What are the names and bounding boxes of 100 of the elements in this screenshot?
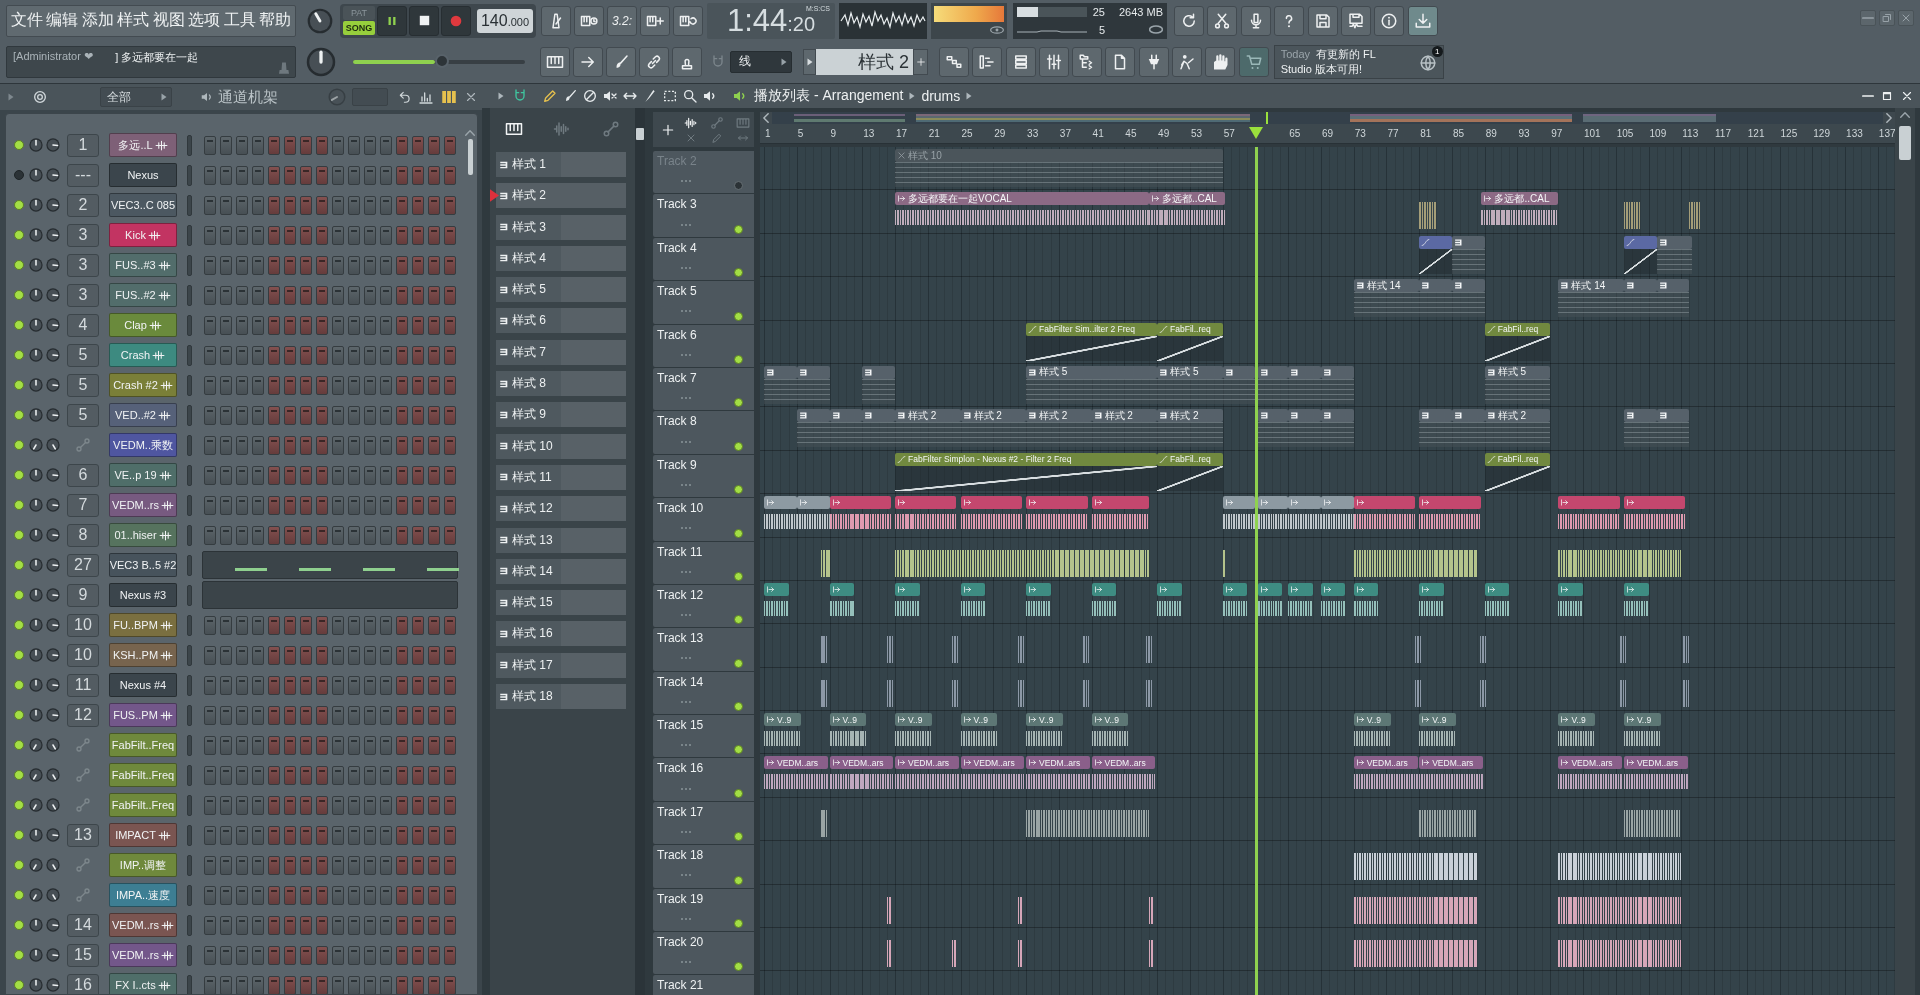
channel-led[interactable] <box>14 680 24 690</box>
channel-select-bar[interactable] <box>187 404 192 426</box>
pattern-item[interactable]: 样式 12 <box>496 496 626 522</box>
pattern-clip[interactable] <box>1288 365 1321 404</box>
channel-led[interactable] <box>14 590 24 600</box>
pan-knob[interactable] <box>29 378 43 392</box>
countdown-button[interactable]: 3.2: <box>607 5 637 36</box>
pattern-clip[interactable] <box>1656 279 1690 318</box>
channel-led[interactable] <box>14 710 24 720</box>
volume-knob[interactable] <box>46 978 60 992</box>
audio-slice[interactable] <box>886 679 893 707</box>
pan-knob[interactable] <box>29 258 43 272</box>
brush-button[interactable] <box>606 46 636 77</box>
minimize-button[interactable] <box>1860 10 1876 26</box>
channel-select-bar[interactable] <box>187 854 192 876</box>
dashed-box-icon[interactable] <box>662 88 678 104</box>
chevron-left-icon[interactable] <box>763 113 769 123</box>
channel-button[interactable]: VED..#2 <box>109 403 177 427</box>
audio-slice[interactable] <box>1682 636 1689 664</box>
audio-slice[interactable] <box>1083 636 1090 664</box>
volume-knob[interactable] <box>46 708 60 722</box>
track-header[interactable]: Track 19 <box>653 888 754 932</box>
eye-icon[interactable] <box>990 25 1004 34</box>
channel-led[interactable] <box>14 140 24 150</box>
hand-button[interactable] <box>1205 46 1236 77</box>
channel-select-bar[interactable] <box>187 644 192 666</box>
audio-slice[interactable] <box>821 679 828 707</box>
audio-slice[interactable] <box>1017 896 1022 924</box>
channel-led[interactable] <box>14 560 24 570</box>
playhead-marker-icon[interactable] <box>1248 127 1263 139</box>
audio-slice[interactable] <box>952 636 959 664</box>
audio-slice[interactable] <box>1148 896 1153 924</box>
audio-slice[interactable] <box>1083 679 1090 707</box>
triangle-icon[interactable] <box>8 93 14 101</box>
pattern-clip[interactable] <box>1257 365 1289 404</box>
volume-knob[interactable] <box>46 498 60 512</box>
triangle-icon[interactable] <box>498 92 504 100</box>
audio-slice[interactable] <box>1558 896 1682 924</box>
maximize-icon[interactable] <box>1880 89 1894 103</box>
volume-knob[interactable] <box>46 678 60 692</box>
mixer-track-field[interactable]: 5 <box>67 343 99 367</box>
menu-item[interactable]: 视图 <box>152 10 185 31</box>
channel-button[interactable]: FUS..#2 <box>109 283 177 307</box>
audio-slice[interactable] <box>821 809 828 837</box>
mixer-track-field[interactable]: 1 <box>67 133 99 157</box>
audio-slice[interactable] <box>886 940 891 968</box>
audio-slice[interactable] <box>1623 809 1682 837</box>
cart-button[interactable] <box>1238 46 1269 77</box>
channel-button[interactable]: Clap <box>109 313 177 337</box>
channel-button[interactable]: Nexus #4 <box>109 673 177 697</box>
help-button[interactable] <box>1274 5 1305 36</box>
track-led[interactable] <box>734 181 743 191</box>
audio-slice[interactable] <box>1353 549 1477 577</box>
audio-slice[interactable] <box>1017 636 1024 664</box>
pan-knob[interactable] <box>29 588 43 602</box>
channel-led[interactable] <box>14 950 24 960</box>
step-grid-button[interactable] <box>939 46 969 77</box>
track-header[interactable]: Track 21 <box>653 975 754 995</box>
chevron-right-icon[interactable] <box>1886 113 1892 123</box>
close-icon[interactable] <box>1900 89 1914 103</box>
channel-button[interactable]: FU..BPM <box>109 613 177 637</box>
magnet-icon[interactable] <box>710 53 726 70</box>
pencil-icon[interactable] <box>542 88 558 104</box>
pattern-item[interactable]: 样式 8 <box>496 371 626 397</box>
pattern-clip[interactable] <box>862 409 895 448</box>
pattern-item[interactable]: 样式 3 <box>496 214 626 240</box>
audio-slice[interactable] <box>1148 940 1153 968</box>
track-header[interactable]: Track 6 <box>653 324 754 367</box>
mode-toggle[interactable]: SONG <box>343 21 375 35</box>
channel-button[interactable]: FabFilt..Freq <box>109 733 177 757</box>
pan-knob[interactable] <box>29 798 43 812</box>
pattern-item[interactable]: 样式 10 <box>496 433 626 459</box>
pan-knob[interactable] <box>29 768 43 782</box>
magnet-icon[interactable] <box>512 88 528 104</box>
track-led[interactable] <box>734 311 743 321</box>
channel-select-bar[interactable] <box>187 944 192 966</box>
channel-select-bar[interactable] <box>187 674 192 696</box>
track-led[interactable] <box>734 745 743 755</box>
target-icon[interactable] <box>32 89 48 105</box>
audio-slice[interactable] <box>886 896 891 924</box>
chevron-up-icon[interactable] <box>1900 112 1910 118</box>
pattern-item[interactable]: 样式 15 <box>496 590 626 616</box>
volume-knob[interactable] <box>46 528 60 542</box>
channel-led[interactable] <box>14 470 24 480</box>
volume-knob[interactable] <box>46 858 60 872</box>
folder-tree-button[interactable] <box>1072 46 1103 77</box>
pattern-clip[interactable] <box>764 365 797 404</box>
mixer-track-field[interactable]: 16 <box>67 973 99 994</box>
refresh-button[interactable] <box>1174 5 1204 36</box>
pattern-item[interactable]: 样式 5 <box>496 277 626 303</box>
channel-button[interactable]: VEC3..C 085 <box>109 193 177 217</box>
channel-led[interactable] <box>14 200 24 210</box>
mixer-track-field[interactable]: 4 <box>67 313 99 337</box>
minimize-icon[interactable] <box>1862 94 1874 98</box>
track-header[interactable]: Track 20 <box>653 932 754 975</box>
timeline-ruler[interactable]: 1 5 9 13 17 21 25 29 33 37 41 45 49 53 57 65 69 73 77 81 85 89 93 97 101 105 109 113 117 121 125 129 133 137 <box>760 124 1895 144</box>
channel-button[interactable]: VEDM..rs <box>109 943 177 967</box>
audio-slice[interactable] <box>1479 636 1486 664</box>
volume-knob[interactable] <box>46 798 60 812</box>
channel-button[interactable]: 多远..L <box>109 133 177 157</box>
